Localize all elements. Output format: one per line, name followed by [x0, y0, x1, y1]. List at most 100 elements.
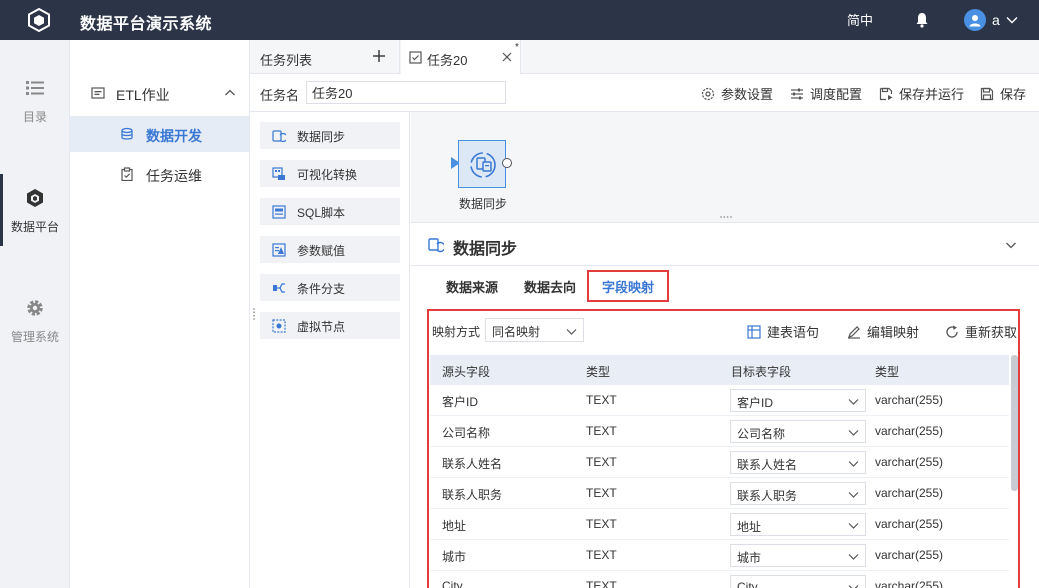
tab-task-20[interactable]: 任务20 *	[401, 40, 521, 74]
chevron-down-icon	[848, 585, 859, 588]
tab-task-list[interactable]: 任务列表	[250, 40, 400, 74]
list-icon	[26, 81, 44, 95]
palette-item-label: 条件分支	[297, 282, 346, 296]
chevron-down-icon	[566, 329, 577, 335]
tab-strip: 任务列表 任务20 *	[250, 40, 1039, 74]
data-sync-icon	[470, 152, 496, 178]
target-type: varchar(255)	[875, 579, 944, 588]
task-toolbar: 任务名 参数设置 调度配置 保存并运行 保存	[250, 74, 1039, 112]
source-field: 公司名称	[442, 426, 491, 440]
close-icon[interactable]	[502, 52, 512, 62]
select-value: 公司名称	[737, 427, 786, 441]
task-check-icon	[409, 51, 422, 64]
param-settings-button[interactable]: 参数设置	[701, 84, 773, 103]
button-label: 保存并运行	[899, 87, 965, 102]
plus-icon[interactable]	[372, 49, 386, 63]
button-label: 建表语句	[767, 325, 820, 340]
select-value: 同名映射	[492, 325, 541, 339]
tab-data-source[interactable]: 数据来源	[446, 277, 498, 296]
palette-item-condition-branch[interactable]: 条件分支	[260, 274, 400, 301]
tab-data-target[interactable]: 数据去向	[524, 277, 576, 296]
nav-item-label: 数据开发	[146, 128, 202, 144]
refetch-button[interactable]: 重新获取	[945, 322, 1017, 341]
param-assign-icon	[272, 243, 286, 257]
source-type: TEXT	[586, 486, 617, 500]
flow-node-data-sync[interactable]	[458, 140, 506, 188]
palette-item-label: 数据同步	[297, 130, 346, 144]
edit-icon	[848, 325, 860, 339]
source-field: 客户ID	[442, 395, 479, 409]
nav-group-etl[interactable]: ETL作业	[70, 78, 249, 108]
divider	[411, 265, 1039, 266]
target-field-select[interactable]: 客户ID	[730, 389, 866, 412]
avatar	[964, 9, 986, 31]
task-name-input[interactable]	[306, 81, 506, 104]
branch-icon	[273, 283, 285, 293]
button-label: 重新获取	[965, 325, 1018, 340]
source-type: TEXT	[586, 424, 617, 438]
target-field-select[interactable]: 联系人姓名	[730, 451, 866, 474]
create-table-sql-button[interactable]: 建表语句	[747, 322, 819, 341]
source-field: 城市	[442, 550, 467, 564]
rail-item-admin[interactable]: 管理系统	[0, 298, 70, 345]
table-row: 公司名称 TEXT 公司名称 varchar(255)	[430, 416, 1009, 447]
data-sync-icon	[428, 238, 444, 253]
bell-icon[interactable]	[914, 11, 930, 29]
column-header: 目标表字段	[731, 365, 792, 379]
chevron-down-icon	[1006, 17, 1018, 24]
select-value: 地址	[737, 520, 762, 534]
save-button[interactable]: 保存	[980, 84, 1026, 103]
column-header: 源头字段	[442, 365, 491, 379]
chevron-down-icon	[848, 554, 859, 560]
sliders-icon	[791, 88, 803, 99]
palette-item-virtual-node[interactable]: 虚拟节点	[260, 312, 400, 339]
highlight-box	[587, 270, 669, 302]
save-and-run-button[interactable]: 保存并运行	[879, 84, 964, 103]
source-field: 联系人职务	[442, 488, 503, 502]
button-label: 编辑映射	[867, 325, 920, 340]
visual-transform-icon	[272, 167, 285, 180]
rail-item-label: 管理系统	[10, 330, 59, 344]
table-icon	[747, 324, 761, 339]
rail-item-data-platform[interactable]: 数据平台	[0, 174, 70, 246]
palette-item-data-sync[interactable]: 数据同步	[260, 122, 400, 149]
refresh-icon	[946, 325, 958, 338]
virtual-node-icon	[272, 319, 286, 333]
chevron-down-icon[interactable]	[1005, 239, 1017, 251]
cube-icon	[27, 189, 43, 207]
panel-title: 数据同步	[453, 241, 518, 258]
table-row: City TEXT City varchar(255)	[430, 571, 1009, 588]
select-value: 客户ID	[737, 396, 774, 410]
nav-item-task-ops[interactable]: 任务运维	[70, 156, 249, 192]
target-field-select[interactable]: 公司名称	[730, 420, 866, 443]
edit-mapping-button[interactable]: 编辑映射	[847, 322, 919, 341]
mapping-mode-select[interactable]: 同名映射	[485, 318, 584, 342]
source-type: TEXT	[586, 393, 617, 407]
user-menu[interactable]: a	[964, 9, 1024, 31]
schedule-config-button[interactable]: 调度配置	[790, 84, 862, 103]
resize-handle-icon[interactable]	[252, 307, 256, 321]
node-output-port[interactable]	[502, 158, 512, 168]
palette-item-param-assign[interactable]: 参数赋值	[260, 236, 400, 263]
palette-item-sql-script[interactable]: SQL脚本	[260, 198, 400, 225]
chevron-up-icon	[225, 89, 235, 96]
scrollbar[interactable]	[1011, 355, 1018, 491]
target-field-select[interactable]: City	[730, 575, 866, 588]
flow-canvas[interactable]: 数据同步	[411, 112, 1039, 222]
rail-item-catalog[interactable]: 目录	[0, 78, 70, 125]
resize-handle-icon[interactable]	[719, 215, 733, 219]
column-header: 类型	[875, 365, 900, 379]
field-mapping-table: 源头字段 类型 目标表字段 类型 客户ID TEXT 客户ID varchar(…	[430, 355, 1009, 588]
palette-item-visual-transform[interactable]: 可视化转换	[260, 160, 400, 187]
save-icon	[980, 87, 994, 100]
target-field-select[interactable]: 联系人职务	[730, 482, 866, 505]
table-row: 联系人姓名 TEXT 联系人姓名 varchar(255)	[430, 447, 1009, 478]
target-type: varchar(255)	[875, 517, 944, 531]
table-row: 联系人职务 TEXT 联系人职务 varchar(255)	[430, 478, 1009, 509]
target-field-select[interactable]: 地址	[730, 513, 866, 536]
source-field: 地址	[442, 519, 467, 533]
target-field-select[interactable]: 城市	[730, 544, 866, 567]
nav-item-data-dev[interactable]: 数据开发	[70, 116, 249, 152]
select-value: 联系人姓名	[737, 458, 798, 472]
language-switch[interactable]: 简中	[847, 10, 873, 29]
